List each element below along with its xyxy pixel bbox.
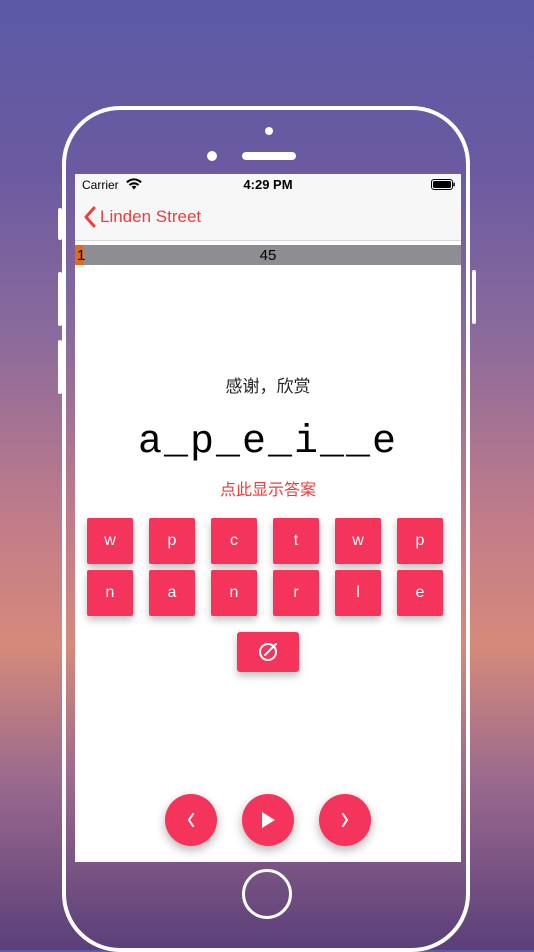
letter-key[interactable]: r: [273, 570, 319, 616]
mute-switch: [58, 208, 62, 240]
next-button[interactable]: [319, 794, 371, 846]
chevron-left-icon: [188, 813, 194, 827]
play-button[interactable]: [242, 794, 294, 846]
letter-key[interactable]: p: [397, 518, 443, 564]
power-button: [472, 270, 476, 324]
battery-icon: [431, 179, 455, 190]
speaker-grille: [242, 152, 296, 160]
status-time: 4:29 PM: [243, 177, 293, 192]
volume-up-button: [58, 272, 62, 326]
clear-button[interactable]: [237, 632, 299, 672]
home-button[interactable]: [242, 869, 292, 919]
letter-key[interactable]: e: [397, 570, 443, 616]
clear-icon: [259, 643, 277, 661]
sensor-icon: [207, 151, 217, 161]
chevron-right-icon: [342, 813, 348, 827]
reveal-answer-button[interactable]: 点此显示答案: [75, 476, 461, 500]
previous-button[interactable]: [165, 794, 217, 846]
word-pattern: a_p_e_i__e: [137, 420, 399, 465]
chevron-left-icon: [84, 206, 96, 228]
letter-key[interactable]: p: [149, 518, 195, 564]
volume-down-button: [58, 340, 62, 394]
letter-key[interactable]: n: [87, 570, 133, 616]
word-meaning: 感谢，欣赏: [225, 377, 311, 397]
letter-key[interactable]: w: [87, 518, 133, 564]
play-icon: [262, 812, 275, 828]
back-button-label: Linden Street: [100, 207, 202, 226]
back-button[interactable]: Linden Street: [83, 204, 201, 230]
status-bar: Carrier 4:29 PM: [75, 174, 461, 194]
navigation-bar: Linden Street: [75, 194, 461, 241]
progress-bar: 1 45: [75, 245, 461, 265]
progress-total: 45: [259, 247, 277, 264]
letter-key[interactable]: l: [335, 570, 381, 616]
app-screen: Carrier 4:29 PM Linden Street 1 45 感谢，欣赏…: [75, 174, 461, 862]
letter-key[interactable]: a: [149, 570, 195, 616]
letter-key[interactable]: n: [211, 570, 257, 616]
letter-key[interactable]: t: [273, 518, 319, 564]
letter-key[interactable]: c: [211, 518, 257, 564]
camera-icon: [265, 127, 273, 135]
letter-key[interactable]: w: [335, 518, 381, 564]
